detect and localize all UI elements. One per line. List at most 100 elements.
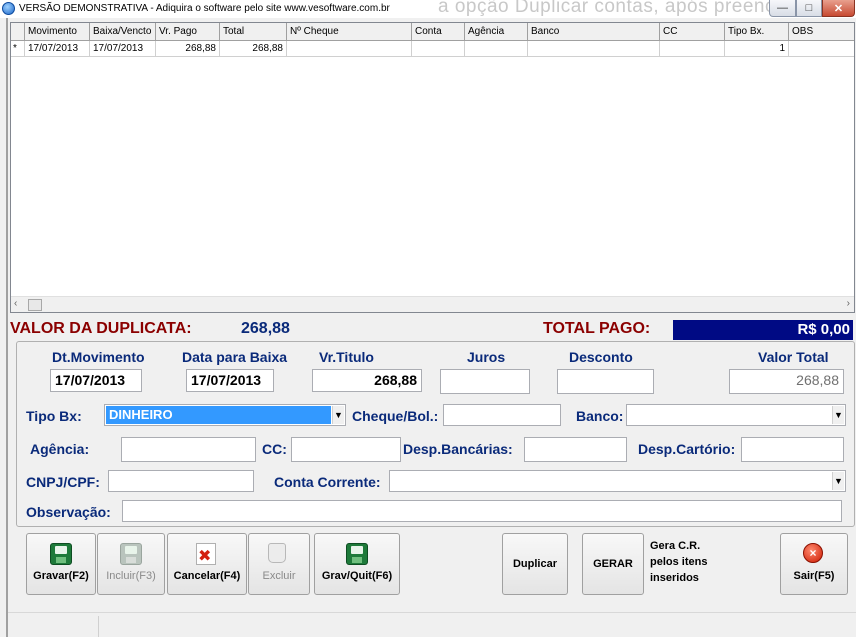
juros-input[interactable]: [440, 369, 530, 394]
chevron-down-icon[interactable]: ▼: [832, 406, 844, 424]
column-header[interactable]: Baixa/Vencto: [90, 23, 156, 41]
cancelar-button[interactable]: Cancelar(F4): [167, 533, 247, 595]
desp-cartorio-input[interactable]: [741, 437, 844, 462]
desconto-input[interactable]: [557, 369, 654, 394]
column-header[interactable]: Nº Cheque: [287, 23, 412, 41]
cell-cheque[interactable]: [287, 41, 412, 57]
dt-movimento-input[interactable]: 17/07/2013: [50, 369, 142, 392]
valor-total-input: 268,88: [729, 369, 844, 394]
status-divider: [98, 616, 99, 637]
cell-conta[interactable]: [412, 41, 465, 57]
payments-grid[interactable]: Movimento Baixa/Vencto Vr. Pago Total Nº…: [10, 22, 855, 313]
column-header[interactable]: Conta: [412, 23, 465, 41]
row-marker: *: [11, 41, 25, 57]
total-pago-value: R$ 0,00: [673, 320, 853, 340]
window-title: VERSÃO DEMONSTRATIVA - Adiquira o softwa…: [19, 3, 390, 14]
cell-obs[interactable]: [789, 41, 854, 57]
desp-bancarias-input[interactable]: [524, 437, 627, 462]
agencia-input[interactable]: [121, 437, 256, 462]
desp-cartorio-label: Desp.Cartório:: [638, 441, 736, 457]
chevron-down-icon[interactable]: ▼: [332, 406, 344, 424]
dt-movimento-label: Dt.Movimento: [52, 349, 145, 365]
cell-baixa[interactable]: 17/07/2013: [90, 41, 156, 57]
gera-cr-line: inseridos: [650, 572, 699, 584]
gera-cr-line: pelos itens: [650, 556, 708, 568]
save-icon: [50, 543, 72, 565]
column-header[interactable]: Agência: [465, 23, 528, 41]
maximize-button[interactable]: □: [796, 0, 822, 17]
gera-cr-line: Gera C.R.: [650, 540, 701, 552]
cc-label: CC:: [262, 441, 287, 457]
minimize-icon: —: [777, 2, 788, 14]
desconto-label: Desconto: [569, 349, 633, 365]
cell-banco[interactable]: [528, 41, 660, 57]
cell-agencia[interactable]: [465, 41, 528, 57]
cancelar-label: Cancelar(F4): [173, 570, 241, 582]
gerar-button[interactable]: GERAR: [582, 533, 644, 595]
valor-total-label: Valor Total: [758, 349, 829, 365]
vr-titulo-label: Vr.Titulo: [319, 349, 374, 365]
title-bar: VERSÃO DEMONSTRATIVA - Adiquira o softwa…: [0, 0, 856, 18]
duplicar-label: Duplicar: [512, 558, 557, 570]
scroll-left-icon[interactable]: ‹: [14, 298, 17, 309]
cell-cc[interactable]: [660, 41, 725, 57]
desp-bancarias-label: Desp.Bancárias:: [403, 441, 513, 457]
exit-icon: ×: [803, 543, 823, 563]
duplicar-button[interactable]: Duplicar: [502, 533, 568, 595]
cell-tipo-bx[interactable]: 1: [725, 41, 789, 57]
grav-quit-label: Grav/Quit(F6): [321, 570, 393, 582]
add-icon: [120, 543, 142, 565]
tipo-bx-select[interactable]: DINHEIRO ▼: [104, 404, 346, 426]
column-header[interactable]: Vr. Pago: [156, 23, 220, 41]
excluir-label: Excluir: [262, 570, 296, 582]
grid-header: Movimento Baixa/Vencto Vr. Pago Total Nº…: [11, 23, 854, 41]
observacao-label: Observação:: [26, 504, 111, 520]
cell-movimento[interactable]: 17/07/2013: [25, 41, 90, 57]
column-header[interactable]: Total: [220, 23, 287, 41]
banco-label: Banco:: [576, 408, 624, 424]
tipo-bx-label: Tipo Bx:: [26, 408, 82, 424]
close-button[interactable]: ✕: [822, 0, 855, 17]
column-header[interactable]: Banco: [528, 23, 660, 41]
column-header[interactable]: OBS: [789, 23, 854, 41]
chevron-down-icon[interactable]: ▼: [832, 472, 844, 490]
scroll-right-icon[interactable]: ›: [847, 298, 850, 309]
gerar-label: GERAR: [593, 558, 633, 570]
agencia-label: Agência:: [30, 441, 90, 457]
incluir-label: Incluir(F3): [106, 570, 156, 582]
gravar-button[interactable]: Gravar(F2): [26, 533, 96, 595]
cell-total[interactable]: 268,88: [220, 41, 287, 57]
cell-vr-pago[interactable]: 268,88: [156, 41, 220, 57]
scroll-thumb[interactable]: [28, 299, 42, 311]
banco-select[interactable]: ▼: [626, 404, 846, 426]
table-row[interactable]: * 17/07/2013 17/07/2013 268,88 268,88 1: [11, 41, 854, 57]
column-header[interactable]: Tipo Bx.: [725, 23, 789, 41]
gravar-label: Gravar(F2): [33, 570, 89, 582]
observacao-input[interactable]: [122, 500, 842, 522]
incluir-button[interactable]: Incluir(F3): [97, 533, 165, 595]
sair-button[interactable]: × Sair(F5): [780, 533, 848, 595]
cc-input[interactable]: [291, 437, 401, 462]
cancel-icon: [196, 543, 216, 566]
tipo-bx-selected: DINHEIRO: [106, 406, 331, 424]
column-header[interactable]: CC: [660, 23, 725, 41]
data-baixa-input[interactable]: 17/07/2013: [186, 369, 274, 392]
cnpj-cpf-input[interactable]: [108, 470, 254, 492]
status-bar: [8, 612, 856, 637]
minimize-button[interactable]: —: [769, 0, 796, 17]
vr-titulo-input[interactable]: 268,88: [312, 369, 422, 392]
cheque-input[interactable]: [443, 404, 561, 426]
column-header[interactable]: Movimento: [25, 23, 90, 41]
cheque-label: Cheque/Bol.:: [352, 408, 439, 424]
conta-corrente-select[interactable]: ▼: [389, 470, 846, 492]
app-icon: [2, 2, 15, 15]
grav-quit-button[interactable]: Grav/Quit(F6): [314, 533, 400, 595]
sair-label: Sair(F5): [793, 570, 835, 582]
total-pago-label: TOTAL PAGO:: [543, 320, 651, 337]
gera-cr-hint: Gera C.R. pelos itens inseridos: [650, 538, 707, 586]
excluir-button[interactable]: Excluir: [248, 533, 310, 595]
horizontal-scrollbar[interactable]: ‹ ›: [11, 296, 854, 312]
window-frame: [6, 18, 8, 637]
trash-icon: [268, 543, 286, 563]
cnpj-cpf-label: CNPJ/CPF:: [26, 474, 100, 490]
